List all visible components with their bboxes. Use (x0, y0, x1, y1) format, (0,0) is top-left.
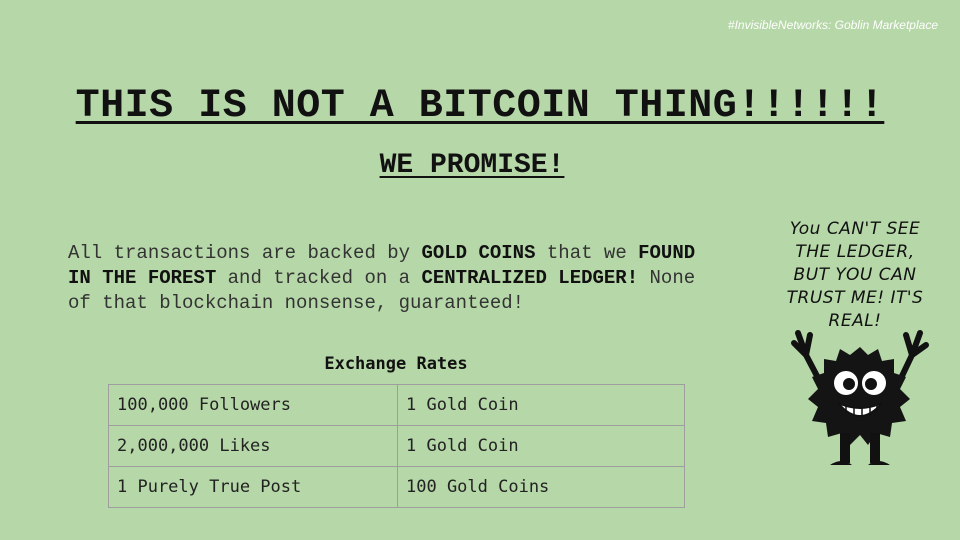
table-cell: 1 Purely True Post (108, 466, 398, 508)
presentation-tag: #InvisibleNetworks: Goblin Marketplace (727, 18, 938, 32)
table-row: 2,000,000 Likes 1 Gold Coin (108, 425, 685, 467)
table-row: 100,000 Followers 1 Gold Coin (108, 384, 685, 426)
table-cell: 1 Gold Coin (397, 425, 685, 467)
goblin-monster-icon (791, 330, 929, 465)
table-cell: 1 Gold Coin (397, 384, 685, 426)
speech-line: BUT YOU CAN (793, 265, 917, 285)
description-text: and tracked on a (216, 267, 422, 289)
description-paragraph: All transactions are backed by GOLD COIN… (68, 241, 708, 316)
description-text: All transactions are backed by (68, 242, 422, 264)
table-row: 1 Purely True Post 100 Gold Coins (108, 466, 685, 508)
exchange-rates-title: Exchange Rates (324, 354, 468, 374)
description-highlight: CENTRALIZED LEDGER! (421, 267, 639, 289)
speech-line: You CAN'T SEE (789, 219, 921, 239)
speech-line: THE LEDGER, (795, 242, 915, 262)
description-text: that we (535, 242, 639, 264)
page-subtitle: WE PROMISE! (379, 150, 565, 181)
speech-line: TRUST ME! IT'S (786, 288, 924, 308)
table-cell: 100,000 Followers (108, 384, 398, 426)
speech-bubble: You CAN'T SEE THE LEDGER, BUT YOU CAN TR… (770, 218, 940, 333)
exchange-rates-table: 100,000 Followers 1 Gold Coin 2,000,000 … (108, 384, 685, 508)
description-highlight: GOLD COINS (421, 242, 536, 264)
table-cell: 100 Gold Coins (397, 466, 685, 508)
page-title: THIS IS NOT A BITCOIN THING!!!!!! (75, 84, 885, 129)
table-cell: 2,000,000 Likes (108, 425, 398, 467)
